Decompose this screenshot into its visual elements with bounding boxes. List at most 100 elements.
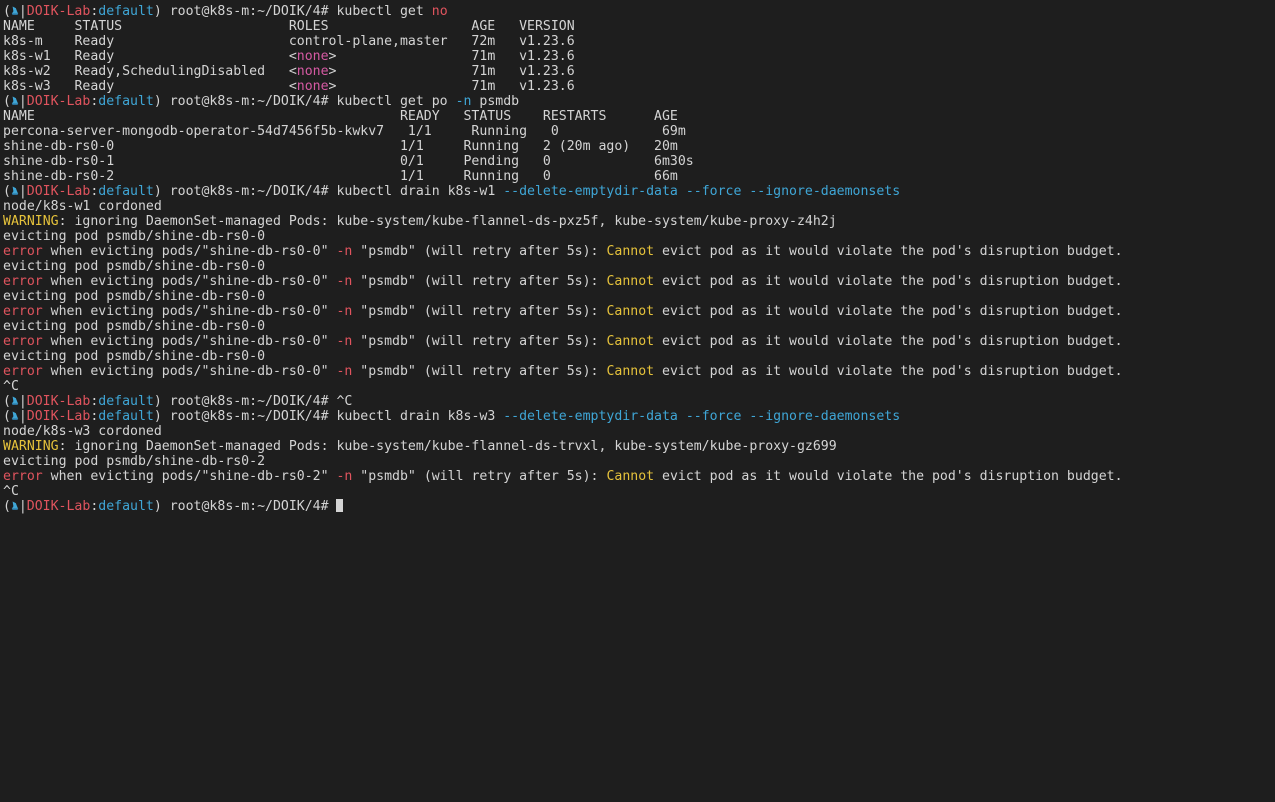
terminal-text: default — [98, 499, 154, 514]
terminal-line: shine-db-rs0-2 1/1 Running 0 66m — [3, 169, 1271, 184]
terminal-text: | — [18, 499, 27, 514]
terminal-line: error when evicting pods/"shine-db-rs0-0… — [3, 304, 1271, 319]
terminal-text: | — [18, 409, 27, 424]
terminal-text: | — [18, 184, 27, 199]
terminal-line: error when evicting pods/"shine-db-rs0-0… — [3, 244, 1271, 259]
terminal-line: (|DOIK-Lab:default) root@k8s-m:~/DOIK/4#… — [3, 94, 1271, 109]
terminal-line: evicting pod psmdb/shine-db-rs0-0 — [3, 319, 1271, 334]
terminal-text: Cannot — [606, 274, 655, 289]
terminal-text: error — [3, 274, 43, 289]
terminal-text: evict pod as it would violate the pod's … — [654, 274, 1123, 289]
terminal-text: DOIK-Lab — [26, 94, 91, 109]
terminal-text: Cannot — [606, 304, 655, 319]
terminal-text: ) root@k8s-m:~/DOIK/4# kubectl get po — [153, 94, 456, 109]
terminal-output[interactable]: (|DOIK-Lab:default) root@k8s-m:~/DOIK/4#… — [3, 4, 1271, 800]
terminal-text: node/k8s-w1 cordoned — [3, 199, 162, 214]
terminal-text: default — [98, 184, 154, 199]
terminal-text: shine-db-rs0-0 1/1 Running 2 (20m ago) 2… — [3, 139, 678, 154]
terminal-cursor[interactable] — [336, 499, 344, 512]
terminal-text: "psmdb" (will retry after 5s): — [352, 244, 607, 259]
terminal-text: | — [18, 394, 27, 409]
terminal-line: error when evicting pods/"shine-db-rs0-0… — [3, 274, 1271, 289]
terminal-text: error — [3, 244, 43, 259]
terminal-text: | — [18, 4, 27, 19]
terminal-text: : ignoring DaemonSet-managed Pods: kube-… — [58, 214, 837, 229]
terminal-text: ) root@k8s-m:~/DOIK/4# kubectl get — [153, 4, 432, 19]
terminal-text: when evicting pods/"shine-db-rs0-0" — [42, 274, 337, 289]
terminal-text: when evicting pods/"shine-db-rs0-0" — [42, 364, 337, 379]
terminal-text: > 71m v1.23.6 — [328, 49, 575, 64]
terminal-text: -n — [455, 94, 472, 109]
terminal-line: k8s-w3 Ready <none> 71m v1.23.6 — [3, 79, 1271, 94]
terminal-text: default — [98, 94, 154, 109]
terminal-line: evicting pod psmdb/shine-db-rs0-0 — [3, 259, 1271, 274]
terminal-text: default — [98, 394, 154, 409]
kubernetes-wheel-icon — [11, 410, 19, 421]
terminal-text: ) root@k8s-m:~/DOIK/4# kubectl drain k8s… — [153, 184, 504, 199]
terminal-line: k8s-m Ready control-plane,master 72m v1.… — [3, 34, 1271, 49]
terminal-text: evict pod as it would violate the pod's … — [654, 364, 1123, 379]
terminal-text: evicting pod psmdb/shine-db-rs0-0 — [3, 289, 266, 304]
terminal-line: (|DOIK-Lab:default) root@k8s-m:~/DOIK/4#… — [3, 394, 1271, 409]
terminal-text: DOIK-Lab — [26, 184, 91, 199]
terminal-text: ^C — [3, 484, 19, 499]
terminal-line: evicting pod psmdb/shine-db-rs0-0 — [3, 229, 1271, 244]
terminal-text: "psmdb" (will retry after 5s): — [352, 274, 607, 289]
terminal-text: ( — [3, 184, 11, 199]
terminal-text: "psmdb" (will retry after 5s): — [352, 304, 607, 319]
terminal-text: Cannot — [606, 364, 655, 379]
terminal-text: k8s-w3 Ready < — [3, 79, 297, 94]
terminal-line: evicting pod psmdb/shine-db-rs0-0 — [3, 349, 1271, 364]
terminal-text: NAME STATUS ROLES AGE VERSION — [3, 19, 575, 34]
terminal-text: --delete-emptydir-data --force --ignore-… — [503, 184, 901, 199]
terminal-line: error when evicting pods/"shine-db-rs0-0… — [3, 364, 1271, 379]
terminal-text: none — [296, 49, 329, 64]
terminal-text: ( — [3, 94, 11, 109]
terminal-text: percona-server-mongodb-operator-54d7456f… — [3, 124, 686, 139]
terminal-line: ^C — [3, 379, 1271, 394]
terminal-text: psmdb — [471, 94, 520, 109]
terminal-text: evicting pod psmdb/shine-db-rs0-0 — [3, 229, 266, 244]
terminal-text: DOIK-Lab — [26, 409, 91, 424]
terminal-text: evicting pod psmdb/shine-db-rs0-2 — [3, 454, 266, 469]
terminal-line: shine-db-rs0-1 0/1 Pending 0 6m30s — [3, 154, 1271, 169]
terminal-text: error — [3, 364, 43, 379]
terminal-text: DOIK-Lab — [26, 499, 91, 514]
terminal-text: : ignoring DaemonSet-managed Pods: kube-… — [58, 439, 837, 454]
terminal-text: default — [98, 409, 154, 424]
terminal-text: WARNING — [3, 439, 59, 454]
terminal-line: WARNING: ignoring DaemonSet-managed Pods… — [3, 214, 1271, 229]
terminal-line: evicting pod psmdb/shine-db-rs0-2 — [3, 454, 1271, 469]
terminal-text: ) root@k8s-m:~/DOIK/4# — [153, 499, 337, 514]
terminal-text: ( — [3, 394, 11, 409]
terminal-text: evicting pod psmdb/shine-db-rs0-0 — [3, 259, 266, 274]
terminal-line: (|DOIK-Lab:default) root@k8s-m:~/DOIK/4#… — [3, 409, 1271, 424]
kubernetes-wheel-icon — [11, 95, 19, 106]
terminal-line: shine-db-rs0-0 1/1 Running 2 (20m ago) 2… — [3, 139, 1271, 154]
terminal-text: Cannot — [606, 244, 655, 259]
terminal-text: k8s-w1 Ready < — [3, 49, 297, 64]
terminal-text: evict pod as it would violate the pod's … — [654, 304, 1123, 319]
terminal-line: WARNING: ignoring DaemonSet-managed Pods… — [3, 439, 1271, 454]
terminal-text: ^C — [3, 379, 19, 394]
kubernetes-wheel-icon — [11, 185, 19, 196]
terminal-line: NAME STATUS ROLES AGE VERSION — [3, 19, 1271, 34]
terminal-text: WARNING — [3, 214, 59, 229]
terminal-line: error when evicting pods/"shine-db-rs0-2… — [3, 469, 1271, 484]
terminal-text: k8s-w2 Ready,SchedulingDisabled < — [3, 64, 297, 79]
terminal-text: ) root@k8s-m:~/DOIK/4# kubectl drain k8s… — [153, 409, 504, 424]
terminal-text: none — [296, 64, 329, 79]
terminal-text: ) root@k8s-m:~/DOIK/4# ^C — [153, 394, 353, 409]
terminal-text: > 71m v1.23.6 — [328, 64, 575, 79]
terminal-text: Cannot — [606, 469, 655, 484]
terminal-text: evict pod as it would violate the pod's … — [654, 469, 1123, 484]
terminal-text: -n — [336, 304, 353, 319]
kubernetes-wheel-icon — [11, 395, 19, 406]
terminal-text: evict pod as it would violate the pod's … — [654, 334, 1123, 349]
terminal-text: -n — [336, 364, 353, 379]
terminal-text: | — [18, 94, 27, 109]
terminal-text: evicting pod psmdb/shine-db-rs0-0 — [3, 319, 266, 334]
terminal-text: "psmdb" (will retry after 5s): — [352, 469, 607, 484]
terminal-text: node/k8s-w3 cordoned — [3, 424, 162, 439]
kubernetes-wheel-icon — [11, 500, 19, 511]
